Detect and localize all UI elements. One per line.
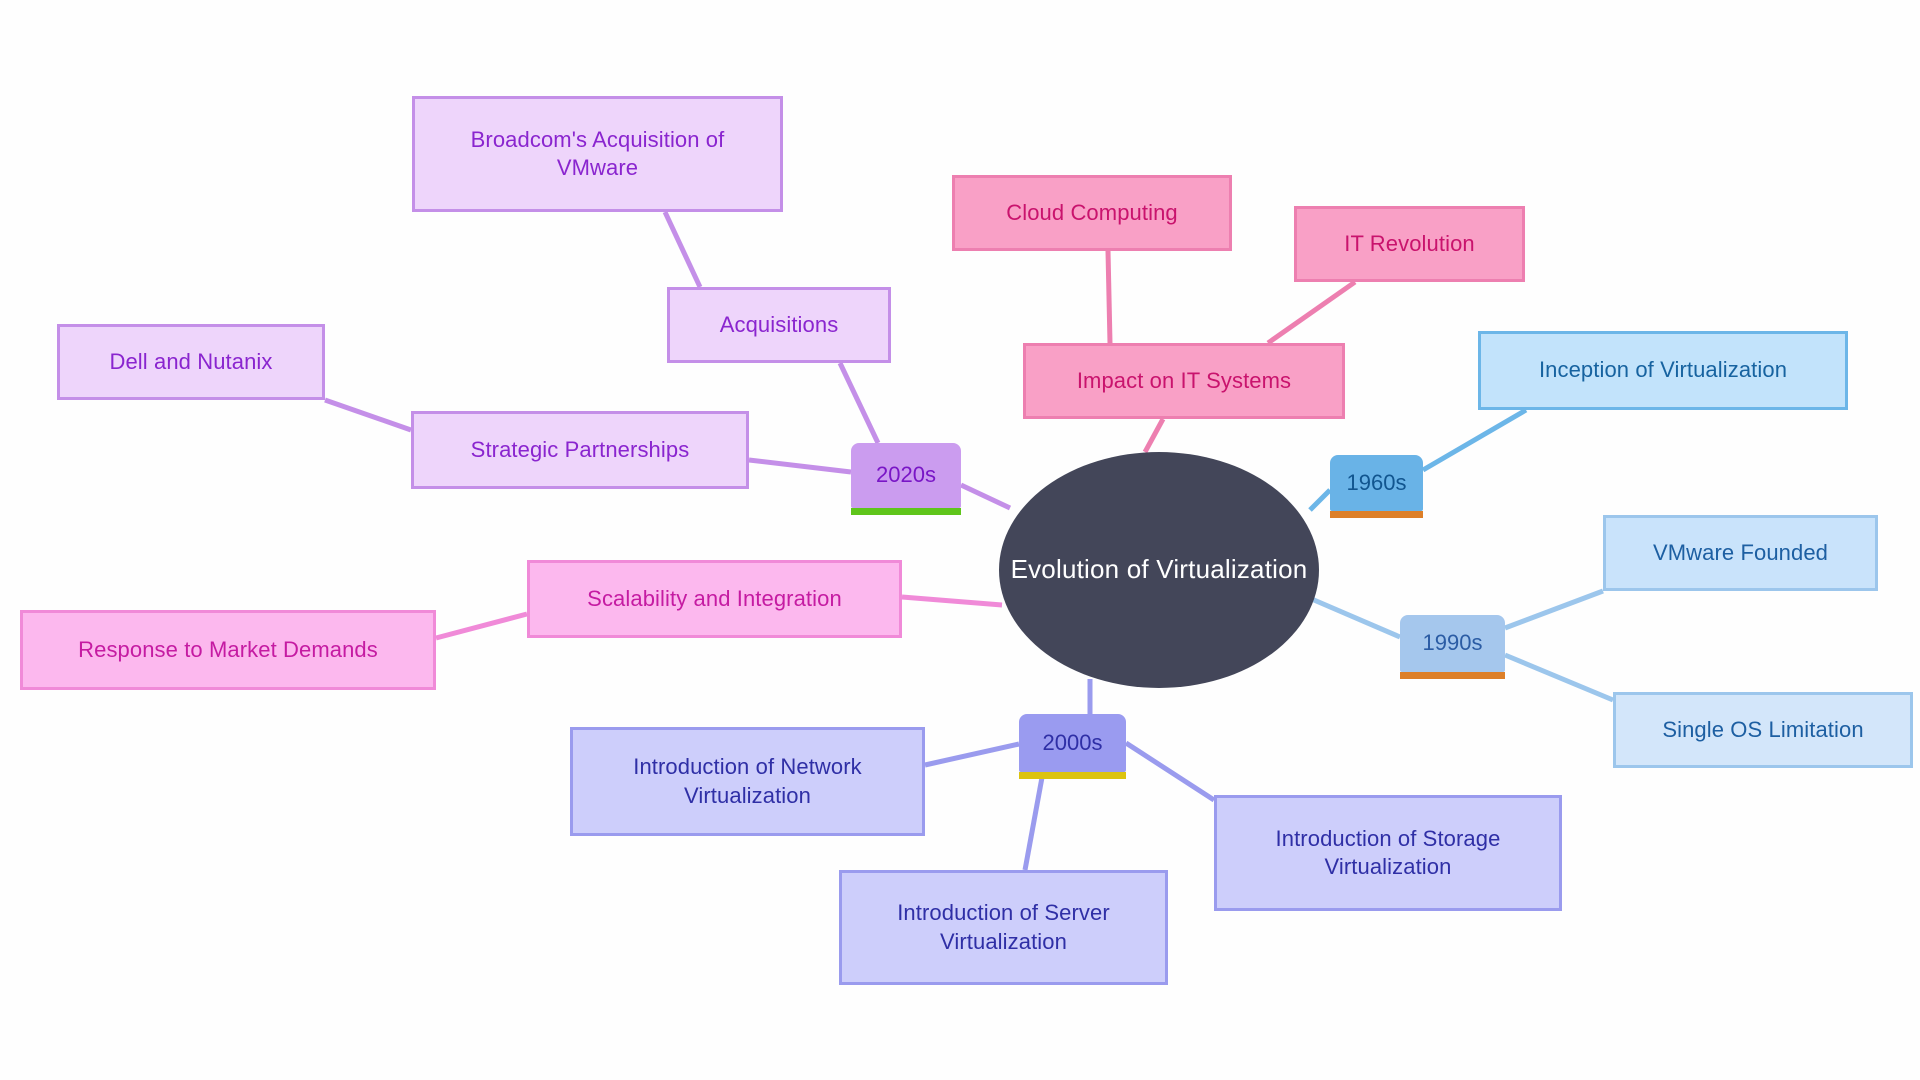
broadcoms-acquisition-of-vmware[interactable]: Broadcom's Acquisition of VMware <box>412 96 783 212</box>
scalability-and-integration[interactable]: Scalability and Integration <box>527 560 902 638</box>
impact-on-it-systems-label: Impact on IT Systems <box>1076 367 1292 393</box>
edge-root-1960s <box>1308 488 1332 512</box>
edge-acquisitions-broadcom <box>662 210 703 289</box>
inception-of-virtualization-label: Inception of Virtualization <box>1538 357 1788 383</box>
edge-1990s-vmware <box>1504 588 1604 631</box>
strategic-partnerships[interactable]: Strategic Partnerships <box>411 411 749 489</box>
acquisitions-label: Acquisitions <box>719 311 839 337</box>
mindmap-canvas: Evolution of Virtualization Impact on IT … <box>0 0 1920 1080</box>
branch-1990s[interactable]: 1990s <box>1400 615 1505 679</box>
edge-2020s-strategic <box>748 457 852 475</box>
scalability-and-integration-label: Scalability and Integration <box>587 585 842 611</box>
branch-2020s[interactable]: 2020s <box>851 443 961 515</box>
introduction-of-server-virtualization-label: Introduction of Server Virtualization <box>897 900 1110 954</box>
edge-2000s-network <box>924 741 1020 768</box>
dell-and-nutanix[interactable]: Dell and Nutanix <box>57 324 325 400</box>
branch-2020s-label: 2020s <box>876 462 936 488</box>
cloud-computing-label: Cloud Computing <box>1006 199 1178 225</box>
branch-2000s-underline <box>1019 772 1126 779</box>
branch-1960s-label: 1960s <box>1346 469 1407 495</box>
edge-1990s-single-os <box>1504 652 1614 703</box>
it-revolution[interactable]: IT Revolution <box>1294 206 1525 282</box>
introduction-of-network-virtualization[interactable]: Introduction of Network Virtualization <box>570 727 925 836</box>
edge-scalability-response <box>435 611 528 641</box>
introduction-of-server-virtualization[interactable]: Introduction of Server Virtualization <box>839 870 1168 985</box>
single-os-limitation[interactable]: Single OS Limitation <box>1613 692 1913 768</box>
edge-root-impact <box>1142 417 1166 454</box>
edge-2000s-storage <box>1124 740 1216 803</box>
branch-1990s-underline <box>1400 672 1505 679</box>
branch-1960s[interactable]: 1960s <box>1330 455 1423 518</box>
root-node-label: Evolution of Virtualization <box>1010 554 1308 585</box>
cloud-computing[interactable]: Cloud Computing <box>952 175 1232 251</box>
branch-2000s[interactable]: 2000s <box>1019 714 1126 779</box>
edge-1960s-inception <box>1421 407 1528 473</box>
branch-1960s-underline <box>1330 511 1423 518</box>
edge-2000s-server <box>1022 771 1046 871</box>
broadcoms-acquisition-of-vmware-label: Broadcom's Acquisition of VMware <box>470 126 725 180</box>
edge-impact-it-revolution <box>1266 279 1357 346</box>
dell-and-nutanix-label: Dell and Nutanix <box>109 348 273 374</box>
strategic-partnerships-label: Strategic Partnerships <box>470 436 690 462</box>
response-to-market-demands[interactable]: Response to Market Demands <box>20 610 436 690</box>
introduction-of-storage-virtualization-label: Introduction of Storage Virtualization <box>1275 825 1501 879</box>
introduction-of-network-virtualization-label: Introduction of Network Virtualization <box>633 754 862 808</box>
edge-impact-cloud <box>1105 250 1113 344</box>
branch-2020s-underline <box>851 508 961 515</box>
edge-root-scalability <box>901 594 1003 608</box>
inception-of-virtualization[interactable]: Inception of Virtualization <box>1478 331 1848 410</box>
edge-strategic-dell <box>324 397 412 433</box>
edge-root-2020s <box>959 482 1012 511</box>
edge-root-1990s <box>1299 591 1401 640</box>
introduction-of-storage-virtualization[interactable]: Introduction of Storage Virtualization <box>1214 795 1562 911</box>
root-node[interactable]: Evolution of Virtualization <box>999 452 1319 688</box>
branch-1990s-label: 1990s <box>1422 630 1483 656</box>
edge-2020s-acquisitions <box>837 361 881 445</box>
impact-on-it-systems[interactable]: Impact on IT Systems <box>1023 343 1345 419</box>
vmware-founded-label: VMware Founded <box>1652 539 1829 565</box>
acquisitions[interactable]: Acquisitions <box>667 287 891 363</box>
single-os-limitation-label: Single OS Limitation <box>1662 716 1864 742</box>
it-revolution-label: IT Revolution <box>1344 230 1475 256</box>
vmware-founded[interactable]: VMware Founded <box>1603 515 1878 591</box>
response-to-market-demands-label: Response to Market Demands <box>78 636 378 662</box>
branch-2000s-label: 2000s <box>1042 729 1103 755</box>
